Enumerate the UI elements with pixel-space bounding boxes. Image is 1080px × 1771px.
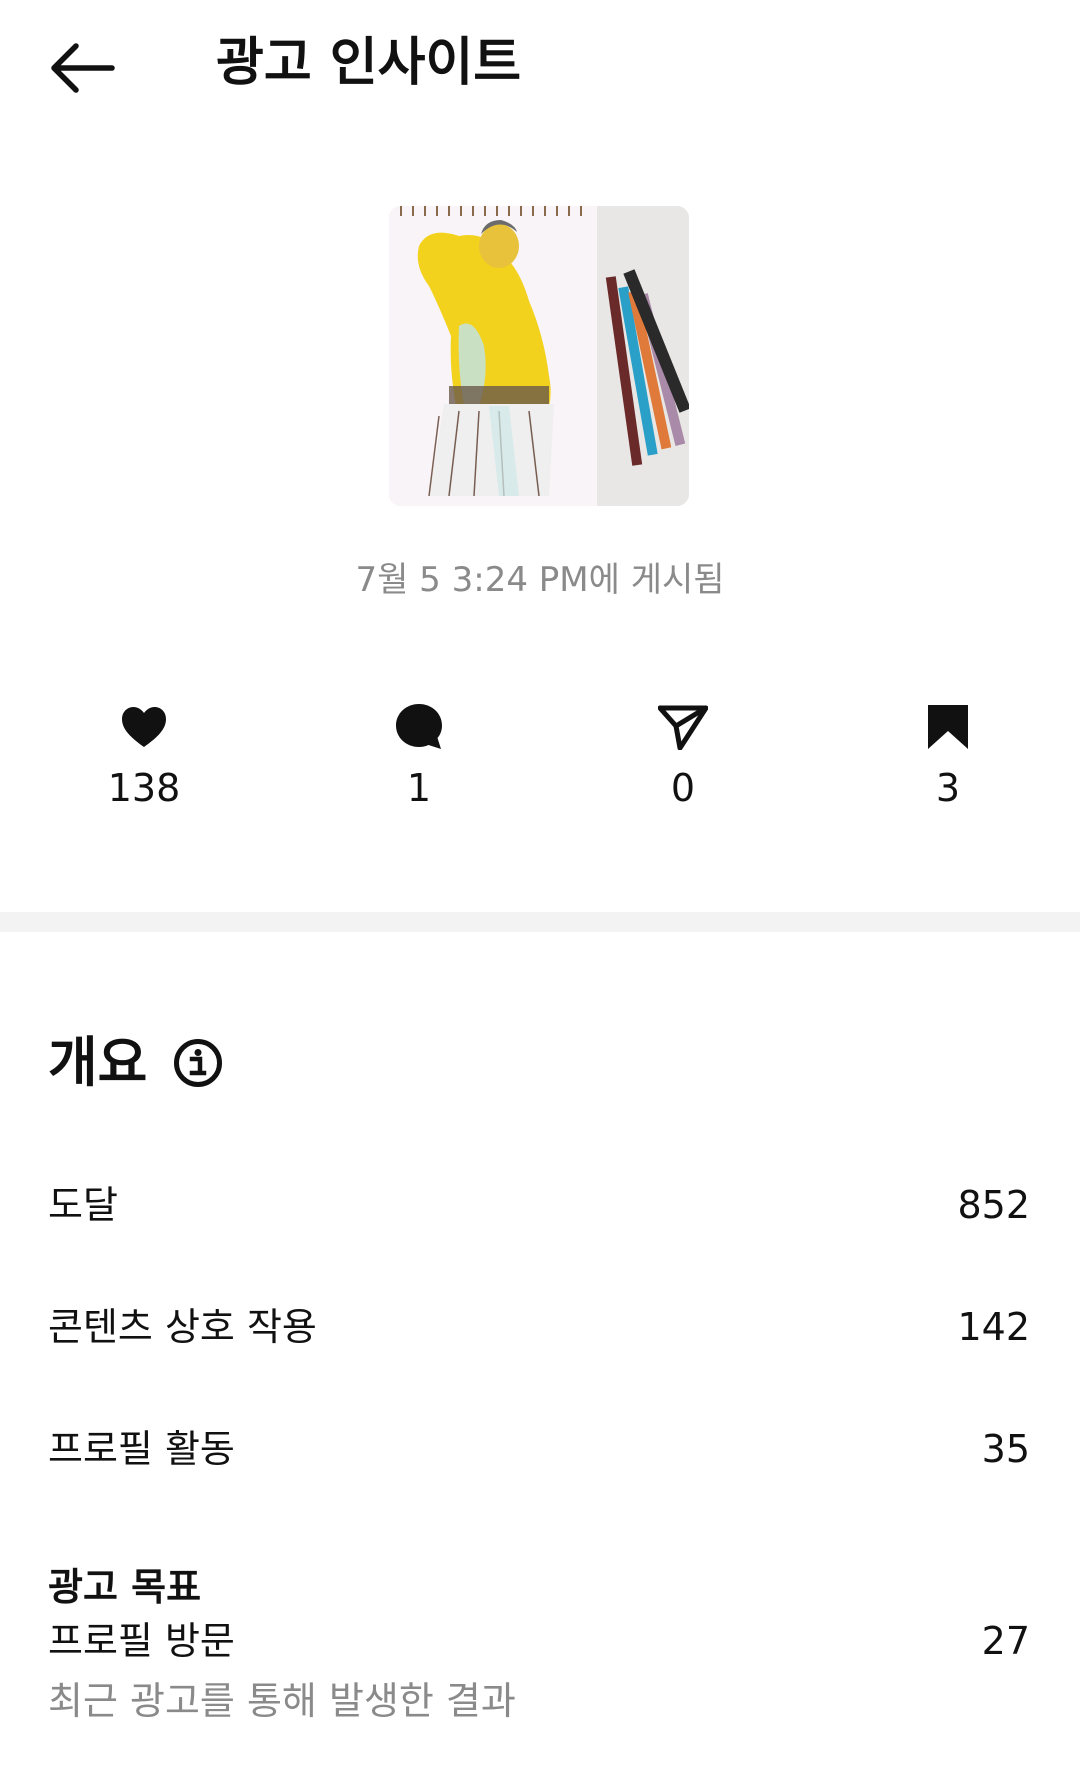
metric-value: 27 (981, 1619, 1030, 1663)
heart-icon (64, 700, 224, 754)
metric-value: 852 (957, 1183, 1030, 1227)
likes-stat: 138 (64, 700, 224, 812)
info-icon[interactable] (173, 1038, 223, 1088)
metric-row-content-interactions[interactable]: 콘텐츠 상호 작용 142 (48, 1302, 1030, 1352)
metric-value: 142 (957, 1305, 1030, 1349)
header: 광고 인사이트 (0, 0, 1080, 130)
saves-stat: 3 (868, 700, 1028, 812)
arrow-left-icon (51, 43, 115, 93)
bookmark-icon (868, 700, 1028, 754)
saves-count: 3 (935, 766, 961, 810)
overview-header: 개요 (48, 1030, 223, 1096)
share-icon (603, 700, 763, 754)
overview-title: 개요 (48, 1031, 148, 1094)
comments-count: 1 (406, 766, 432, 810)
metric-label: 도달 (48, 1183, 118, 1227)
metric-label: 프로필 활동 (48, 1427, 235, 1471)
metric-row-profile-activity[interactable]: 프로필 활동 35 (48, 1424, 1030, 1474)
back-button[interactable] (44, 30, 120, 106)
post-thumbnail[interactable] (389, 206, 689, 506)
posted-date: 7월 5 3:24 PM에 게시됨 (355, 560, 725, 600)
comments-stat: 1 (339, 700, 499, 812)
metric-label: 콘텐츠 상호 작용 (48, 1305, 317, 1349)
likes-count: 138 (107, 766, 181, 810)
shares-stat: 0 (603, 700, 763, 812)
metric-row-profile-visits[interactable]: 프로필 방문 27 (48, 1616, 1030, 1666)
page-title: 광고 인사이트 (216, 33, 522, 93)
sketch-thumbnail (389, 206, 689, 506)
section-divider (0, 912, 1080, 932)
metric-value: 35 (981, 1427, 1030, 1471)
shares-count: 0 (670, 766, 696, 810)
metric-label: 프로필 방문 (48, 1619, 235, 1663)
comment-icon (339, 700, 499, 754)
ad-goal-subtitle: 최근 광고를 통해 발생한 결과 (48, 1679, 516, 1723)
ad-goal-title: 광고 목표 (48, 1565, 202, 1609)
metric-row-reach[interactable]: 도달 852 (48, 1180, 1030, 1230)
